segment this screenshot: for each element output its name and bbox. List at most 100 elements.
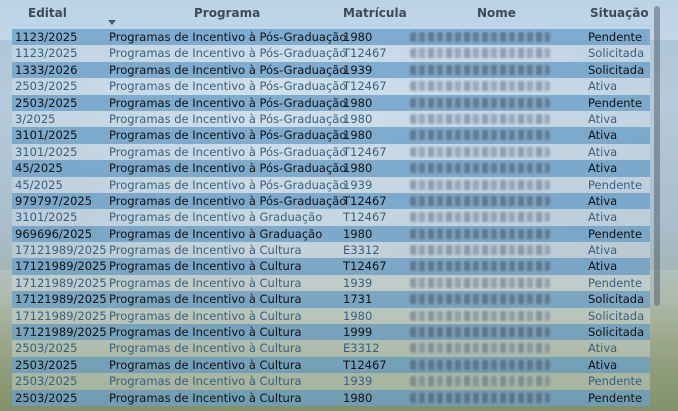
column-header-programa[interactable]: Programa bbox=[194, 6, 260, 20]
cell-situacao: Solicitada bbox=[588, 325, 645, 340]
cell-matricula: E3312 bbox=[343, 341, 380, 356]
redacted-name-blur bbox=[410, 195, 550, 206]
redacted-name-blur bbox=[410, 228, 550, 239]
cell-nome-redacted bbox=[410, 376, 560, 387]
cell-programa: Programas de Incentivo à Cultura bbox=[109, 292, 302, 307]
table-row[interactable]: 979797/2025 Programas de Incentivo à Pós-… bbox=[12, 192, 650, 210]
cell-matricula: T12467 bbox=[343, 193, 387, 208]
cell-matricula: T12467 bbox=[343, 79, 387, 94]
table-row[interactable]: 3101/2025 Programas de Incentivo à Pós-Gr… bbox=[12, 127, 650, 144]
cell-edital: 2503/2025 bbox=[15, 79, 78, 94]
cell-matricula: T12467 bbox=[343, 144, 387, 159]
cell-nome-redacted bbox=[410, 113, 560, 124]
table-row[interactable]: 17121989/2025 Programas de Incentivo à Cu… bbox=[12, 307, 650, 325]
column-header-situacao[interactable]: Situação bbox=[590, 6, 649, 20]
redacted-name-blur bbox=[410, 343, 550, 354]
table-row[interactable]: 3/2025 Programas de Incentivo à Pós-Gradu… bbox=[12, 110, 650, 128]
cell-situacao: Pendente bbox=[588, 374, 643, 389]
table-row[interactable]: 1333/2026 Programas de Incentivo à Pós-Gr… bbox=[12, 61, 650, 79]
table-row[interactable]: 17121989/2025 Programas de Incentivo à Cu… bbox=[12, 274, 650, 292]
cell-programa: Programas de Incentivo à Cultura bbox=[109, 357, 302, 372]
cell-programa: Programas de Incentivo à Pós-Graduação bbox=[109, 128, 347, 143]
cell-edital: 1123/2025 bbox=[15, 46, 78, 61]
redacted-name-blur bbox=[410, 163, 550, 174]
cell-programa: Programas de Incentivo à Pós-Graduação bbox=[109, 30, 347, 44]
table-row[interactable]: 1123/2025 Programas de Incentivo à Pós-Gr… bbox=[12, 45, 650, 62]
cell-edital: 969696/2025 bbox=[15, 226, 93, 241]
redacted-name-blur bbox=[410, 392, 550, 403]
column-header-edital[interactable]: Edital bbox=[28, 6, 67, 20]
table-row[interactable]: 969696/2025 Programas de Incentivo à Grad… bbox=[12, 225, 650, 243]
column-header-nome[interactable]: Nome bbox=[477, 6, 516, 20]
cell-situacao: Pendente bbox=[588, 95, 643, 110]
cell-matricula: 1999 bbox=[343, 325, 373, 340]
cell-matricula: 1939 bbox=[343, 177, 373, 192]
redacted-name-blur bbox=[410, 97, 550, 108]
table-row[interactable]: 17121989/2025 Programas de Incentivo à Cu… bbox=[12, 324, 650, 341]
table-row[interactable]: 2503/2025 Programas de Incentivo à Cultur… bbox=[12, 340, 650, 357]
redacted-name-blur bbox=[410, 48, 550, 59]
cell-matricula: 1980 bbox=[343, 390, 373, 405]
table-row[interactable]: 45/2025 Programas de Incentivo à Pós-Grad… bbox=[12, 176, 650, 193]
table-row[interactable]: 2503/2025 Programas de Incentivo à Cultur… bbox=[12, 356, 650, 374]
cell-matricula: E3312 bbox=[343, 243, 380, 258]
cell-programa: Programas de Incentivo à Cultura bbox=[109, 275, 302, 290]
table-row[interactable]: 2503/2025 Programas de Incentivo à Pós-Gr… bbox=[12, 94, 650, 111]
redacted-name-blur bbox=[410, 32, 550, 42]
cell-situacao: Pendente bbox=[588, 390, 643, 405]
cell-programa: Programas de Incentivo à Graduação bbox=[109, 226, 323, 241]
sort-descending-icon[interactable] bbox=[108, 20, 116, 25]
cell-situacao: Ativa bbox=[588, 111, 618, 126]
cell-programa: Programas de Incentivo à Cultura bbox=[109, 390, 302, 405]
table-row[interactable]: 2503/2025 Programas de Incentivo à Cultur… bbox=[12, 373, 650, 390]
cell-programa: Programas de Incentivo à Cultura bbox=[109, 325, 302, 340]
cell-programa: Programas de Incentivo à Pós-Graduação bbox=[109, 193, 347, 208]
cell-situacao: Solicitada bbox=[588, 46, 645, 61]
cell-edital: 979797/2025 bbox=[15, 193, 93, 208]
table-row[interactable]: 45/2025 Programas de Incentivo à Pós-Grad… bbox=[12, 160, 650, 177]
redacted-name-blur bbox=[410, 245, 550, 256]
redacted-name-blur bbox=[410, 81, 550, 92]
table-row[interactable]: 3101/2025 Programas de Incentivo à Pós-Gr… bbox=[12, 143, 650, 161]
cell-nome-redacted bbox=[410, 343, 560, 354]
table-row[interactable]: 2503/2025 Programas de Incentivo à Cultur… bbox=[12, 389, 650, 406]
cell-edital: 1123/2025 bbox=[15, 30, 78, 44]
column-header-matricula[interactable]: Matrícula bbox=[343, 6, 407, 20]
cell-edital: 3/2025 bbox=[15, 111, 56, 126]
cell-edital: 2503/2025 bbox=[15, 341, 78, 356]
redacted-name-blur bbox=[410, 359, 550, 370]
redacted-name-blur bbox=[410, 64, 550, 75]
cell-situacao: Solicitada bbox=[588, 292, 645, 307]
cell-situacao: Pendente bbox=[588, 226, 643, 241]
cell-situacao: Ativa bbox=[588, 210, 618, 225]
cell-edital: 17121989/2025 bbox=[15, 275, 107, 290]
cell-nome-redacted bbox=[410, 32, 560, 42]
table-row[interactable]: 17121989/2025 Programas de Incentivo à Cu… bbox=[12, 242, 650, 259]
cell-nome-redacted bbox=[410, 245, 560, 256]
table-row[interactable]: 17121989/2025 Programas de Incentivo à Cu… bbox=[12, 291, 650, 308]
vertical-scrollbar[interactable] bbox=[654, 6, 660, 306]
table-row[interactable]: 1123/2025 Programas de Incentivo à Pós-Gr… bbox=[12, 29, 650, 46]
cell-situacao: Ativa bbox=[588, 259, 618, 274]
cell-nome-redacted bbox=[410, 277, 560, 288]
cell-situacao: Ativa bbox=[588, 243, 618, 258]
cell-edital: 3101/2025 bbox=[15, 128, 78, 143]
cell-programa: Programas de Incentivo à Cultura bbox=[109, 374, 302, 389]
cell-programa: Programas de Incentivo à Pós-Graduação bbox=[109, 177, 347, 192]
cell-situacao: Ativa bbox=[588, 79, 618, 94]
cell-matricula: 1939 bbox=[343, 62, 373, 77]
cell-programa: Programas de Incentivo à Pós-Graduação bbox=[109, 95, 347, 110]
table-row[interactable]: 17121989/2025 Programas de Incentivo à Cu… bbox=[12, 258, 650, 275]
table-row[interactable]: 2503/2025 Programas de Incentivo à Pós-Gr… bbox=[12, 78, 650, 95]
cell-situacao: Pendente bbox=[588, 30, 643, 44]
cell-situacao: Ativa bbox=[588, 128, 618, 143]
cell-edital: 17121989/2025 bbox=[15, 243, 107, 258]
cell-programa: Programas de Incentivo à Pós-Graduação bbox=[109, 111, 347, 126]
redacted-name-blur bbox=[410, 294, 550, 305]
cell-nome-redacted bbox=[410, 64, 560, 75]
table-row[interactable]: 3101/2025 Programas de Incentivo à Gradua… bbox=[12, 209, 650, 226]
cell-edital: 17121989/2025 bbox=[15, 325, 107, 340]
cell-programa: Programas de Incentivo à Pós-Graduação bbox=[109, 79, 347, 94]
cell-edital: 17121989/2025 bbox=[15, 292, 107, 307]
cell-nome-redacted bbox=[410, 228, 560, 239]
